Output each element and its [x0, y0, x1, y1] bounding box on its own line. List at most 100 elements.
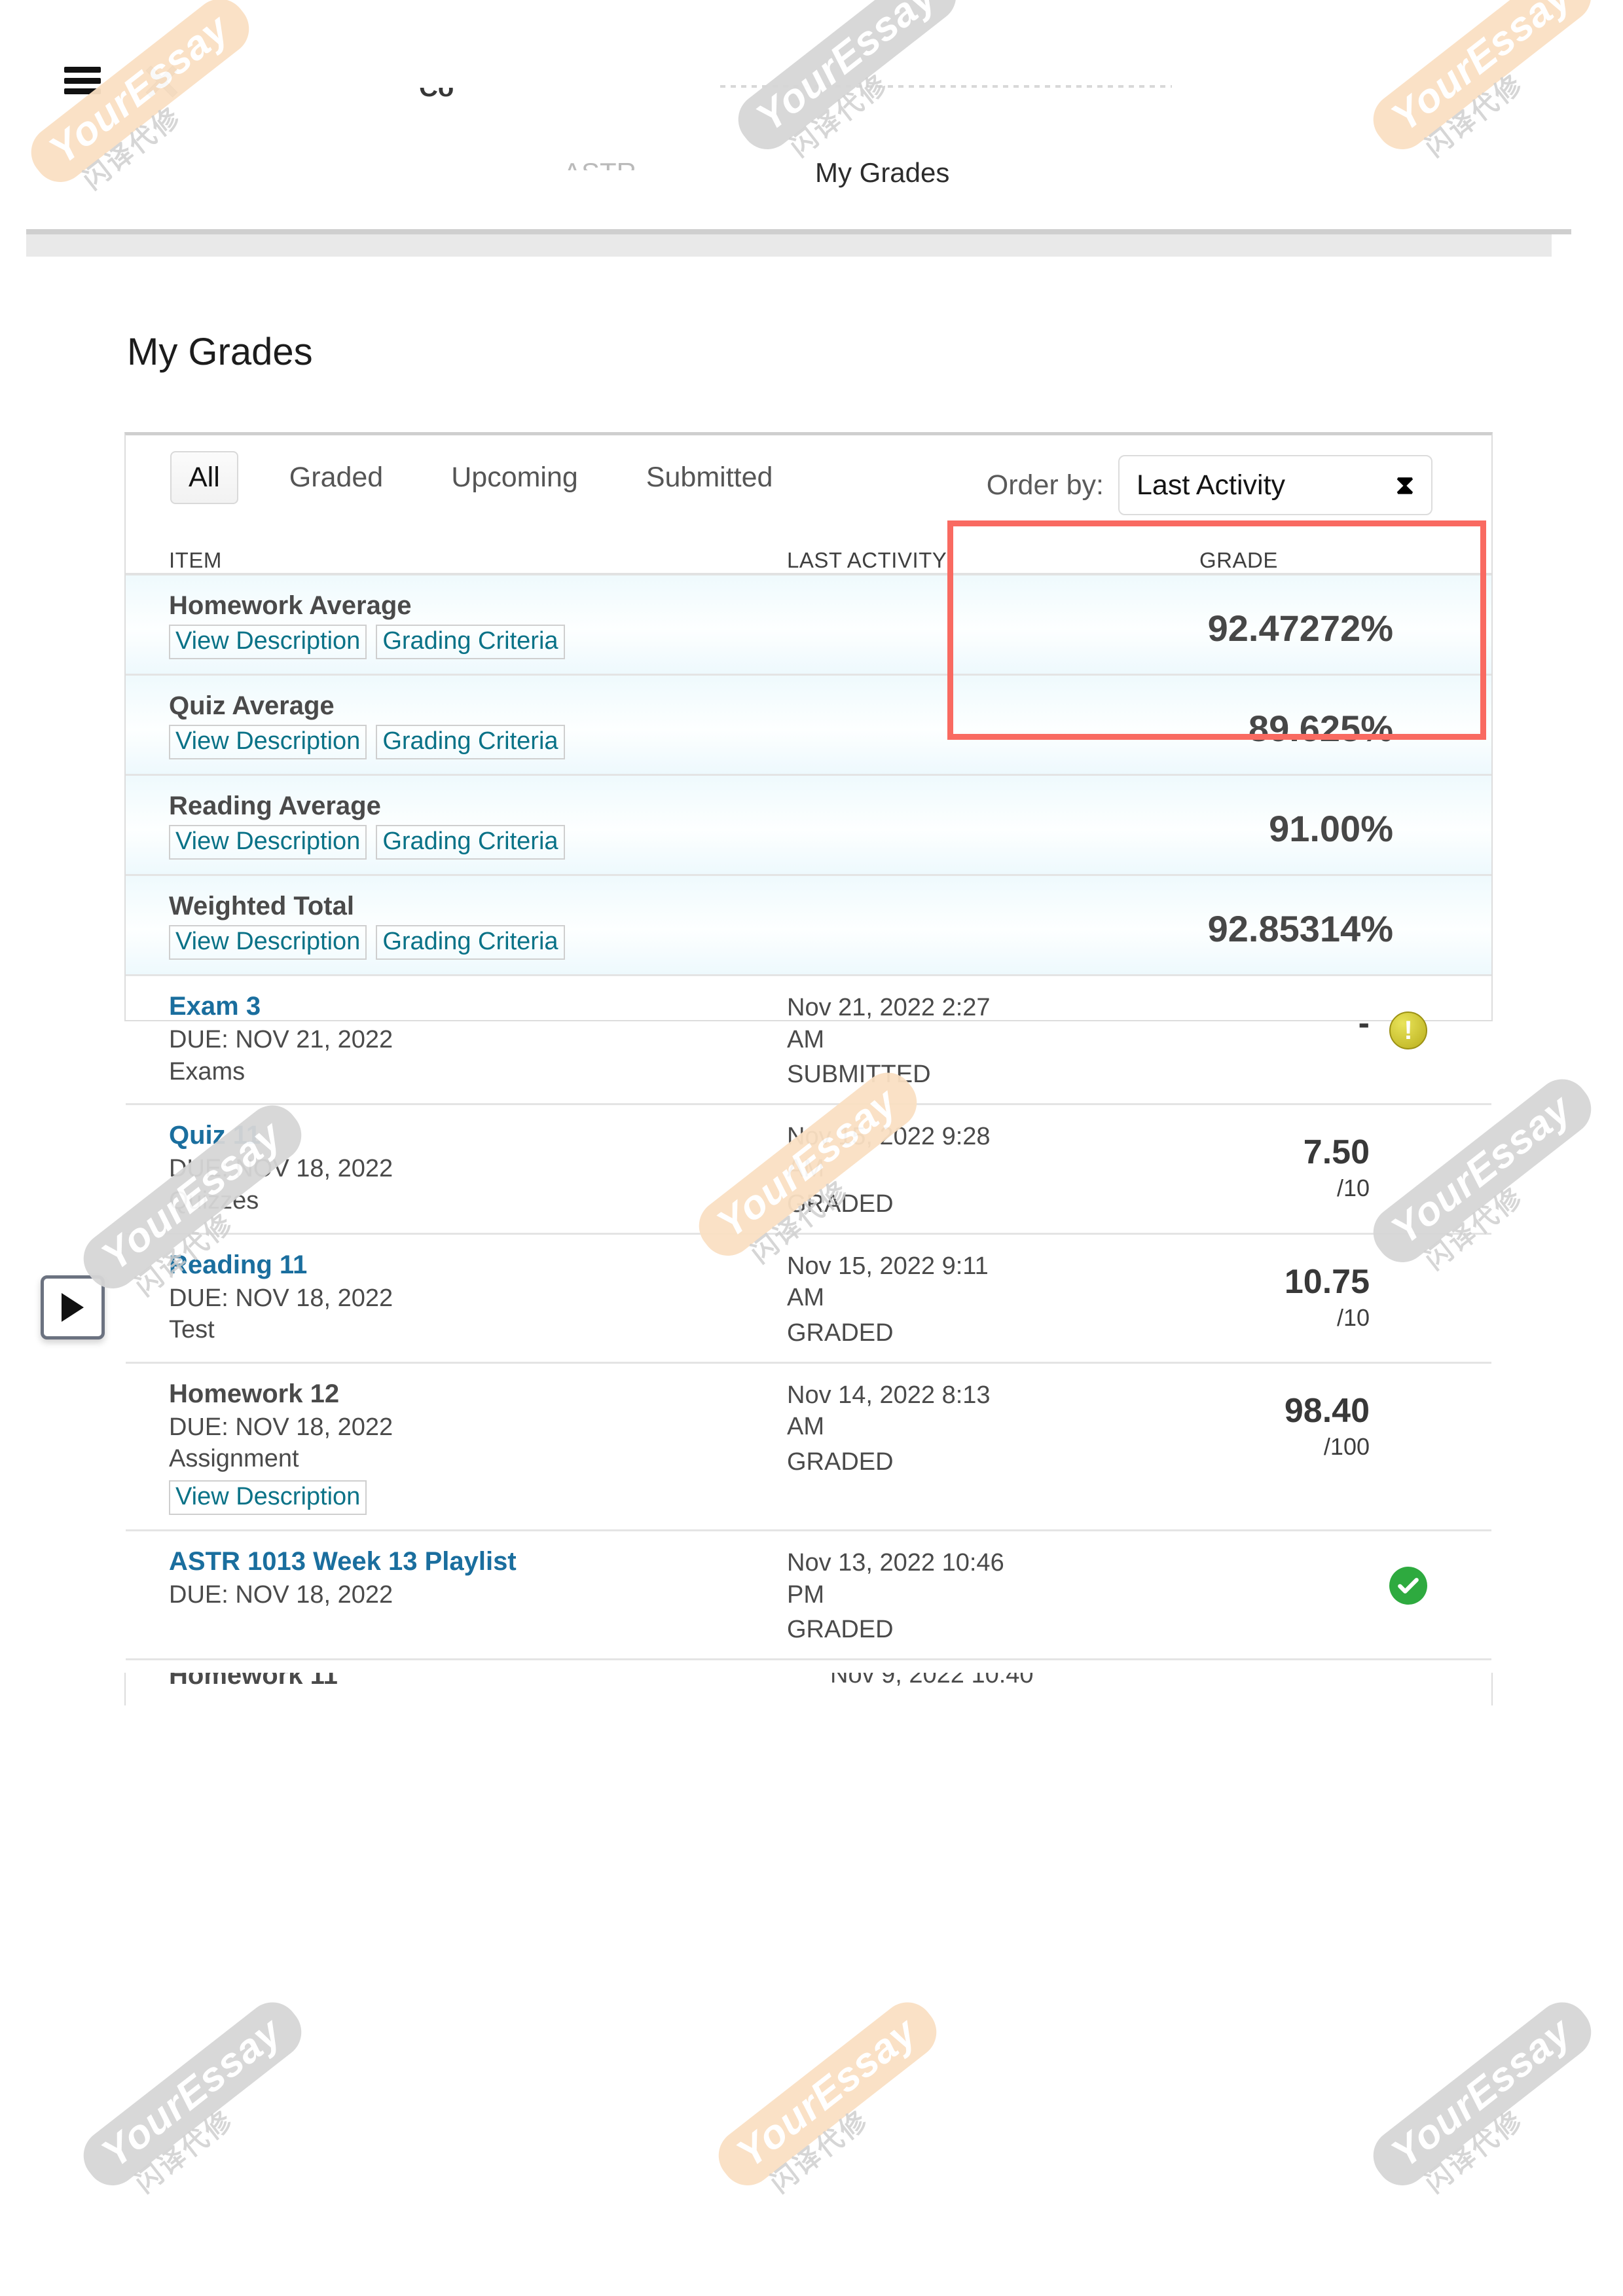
table-header-row: ITEM LAST ACTIVITY GRADE: [126, 519, 1491, 575]
average-title: Reading Average: [169, 792, 381, 820]
item-category: Assignment: [169, 1445, 299, 1473]
item-due-date: DUE: NOV 21, 2022: [169, 1026, 393, 1053]
header-divider-shadow: [26, 234, 1552, 257]
grade-value: 98.40: [1284, 1391, 1370, 1430]
activity-status: SUBMITTED: [787, 1061, 931, 1089]
activity-ampm: AM: [787, 1154, 824, 1182]
average-grade-value: 92.47272%: [1207, 608, 1393, 649]
table-row: Homework Average View Description Gradin…: [126, 575, 1491, 676]
grading-criteria-button[interactable]: Grading Criteria: [376, 825, 565, 860]
header-divider: [26, 229, 1571, 234]
top-navigation-bar: Co ASTR... My Grades: [0, 0, 1623, 257]
activity-date: Nov 14, 2022 8:13: [787, 1381, 991, 1409]
order-by-control: Order by: Last Activity ⧗: [987, 455, 1432, 515]
grading-criteria-button[interactable]: Grading Criteria: [376, 625, 565, 659]
average-title: Quiz Average: [169, 691, 335, 720]
tab-upcoming[interactable]: Upcoming: [434, 451, 595, 504]
table-row: Quiz 11 DUE: NOV 18, 2022 Quizzes Nov 15…: [126, 1105, 1491, 1235]
watermark-cn: 闪译代修: [130, 2105, 240, 2199]
order-by-label: Order by:: [986, 469, 1104, 501]
column-header-grade: GRADE: [1199, 548, 1278, 572]
grade-denominator: /100: [1323, 1432, 1370, 1460]
breadcrumb-partial: Co: [419, 73, 454, 102]
watermark-brand: YourEssay: [708, 1992, 947, 2196]
chevron-down-icon: ⧗: [1395, 471, 1414, 500]
item-due-date: DUE: NOV 18, 2022: [169, 1284, 393, 1312]
activity-status: GRADED: [787, 1448, 894, 1476]
item-title: Homework 11: [169, 1673, 338, 1690]
watermark: YourEssay 闪译代修: [1362, 1992, 1620, 2219]
average-grade-value: 89.625%: [1248, 708, 1393, 749]
breadcrumb-course[interactable]: ASTR...: [563, 157, 659, 170]
breadcrumb-dotted-divider: [720, 85, 1172, 88]
tab-submitted[interactable]: Submitted: [629, 451, 790, 504]
watermark-brand: YourEssay: [1362, 1992, 1602, 2196]
item-due-date: DUE: NOV 18, 2022: [169, 1155, 393, 1183]
activity-status: GRADED: [787, 1616, 894, 1644]
check-circle-icon: [1389, 1567, 1427, 1605]
view-description-button[interactable]: View Description: [169, 625, 367, 659]
grade-denominator: /10: [1336, 1303, 1370, 1331]
watermark-cn: 闪译代修: [765, 2105, 875, 2199]
watermark-cn: 闪译代修: [1420, 2105, 1529, 2199]
table-row: Weighted Total View Description Grading …: [126, 876, 1491, 976]
average-grade-value: 91.00%: [1269, 808, 1393, 849]
column-header-last-activity: LAST ACTIVITY: [787, 548, 947, 572]
close-x-icon[interactable]: [143, 62, 179, 99]
order-by-select[interactable]: Last Activity ⧗: [1118, 455, 1432, 515]
item-link[interactable]: Quiz 11: [169, 1121, 787, 1150]
table-row-clipped: Homework 11 Nov 9, 2022 10:40: [124, 1673, 1493, 1705]
activity-date: Nov 15, 2022 9:28: [787, 1123, 991, 1151]
item-category: Test: [169, 1316, 215, 1344]
order-by-value: Last Activity: [1137, 469, 1286, 501]
column-header-item: ITEM: [169, 548, 222, 572]
activity-ampm: AM: [787, 1025, 824, 1053]
activity-date: Nov 21, 2022 2:27: [787, 994, 991, 1021]
grade-value: 10.75: [1284, 1262, 1370, 1301]
table-row: Exam 3 DUE: NOV 21, 2022 Exams Nov 21, 2…: [126, 976, 1491, 1106]
table-row: ASTR 1013 Week 13 Playlist DUE: NOV 18, …: [126, 1531, 1491, 1661]
tab-all[interactable]: All: [170, 450, 238, 504]
play-triangle-icon[interactable]: [41, 1275, 105, 1339]
table-row: Reading Average View Description Grading…: [126, 776, 1491, 876]
view-description-button[interactable]: View Description: [169, 1480, 367, 1515]
filter-tabs: All Graded Upcoming Submitted Order by: …: [126, 435, 1491, 519]
watermark-brand: YourEssay: [73, 1992, 312, 2196]
activity-date: Nov 9, 2022 10:40: [830, 1673, 1034, 1688]
table-row: Quiz Average View Description Grading Cr…: [126, 676, 1491, 776]
activity-ampm: AM: [787, 1284, 824, 1312]
item-title: Homework 12: [169, 1379, 340, 1408]
grading-criteria-button[interactable]: Grading Criteria: [376, 925, 565, 960]
view-description-button[interactable]: View Description: [169, 925, 367, 960]
activity-date: Nov 13, 2022 10:46: [787, 1549, 1004, 1576]
breadcrumb-current-page: My Grades: [815, 157, 950, 188]
warning-exclamation-icon: [1389, 1011, 1427, 1049]
average-grade-value: 92.85314%: [1207, 908, 1393, 949]
average-title: Weighted Total: [169, 892, 354, 920]
watermark: YourEssay 闪译代修: [708, 1992, 965, 2219]
page-title: My Grades: [127, 330, 313, 373]
activity-date: Nov 15, 2022 9:11: [787, 1252, 989, 1280]
tab-graded[interactable]: Graded: [272, 451, 400, 504]
item-due-date: DUE: NOV 18, 2022: [169, 1413, 393, 1441]
item-category: Exams: [169, 1057, 246, 1085]
activity-status: GRADED: [787, 1190, 894, 1218]
table-row: Homework 12 DUE: NOV 18, 2022 Assignment…: [126, 1364, 1491, 1531]
item-due-date: DUE: NOV 18, 2022: [169, 1581, 393, 1609]
hamburger-menu-icon[interactable]: [64, 67, 101, 94]
item-link[interactable]: ASTR 1013 Week 13 Playlist: [169, 1547, 787, 1576]
table-row: Reading 11 DUE: NOV 18, 2022 Test Nov 15…: [126, 1235, 1491, 1364]
activity-ampm: PM: [787, 1580, 824, 1609]
item-link[interactable]: Exam 3: [169, 992, 787, 1021]
activity-ampm: AM: [787, 1413, 824, 1441]
grade-value: 7.50: [1303, 1133, 1370, 1172]
item-category: Quizzes: [169, 1186, 259, 1214]
watermark: YourEssay 闪译代修: [73, 1992, 330, 2219]
view-description-button[interactable]: View Description: [169, 825, 367, 860]
item-link[interactable]: Reading 11: [169, 1250, 787, 1280]
grade-value: -: [1358, 1004, 1370, 1042]
average-title: Homework Average: [169, 591, 412, 620]
grade-denominator: /10: [1336, 1175, 1370, 1202]
grading-criteria-button[interactable]: Grading Criteria: [376, 725, 565, 759]
view-description-button[interactable]: View Description: [169, 725, 367, 759]
